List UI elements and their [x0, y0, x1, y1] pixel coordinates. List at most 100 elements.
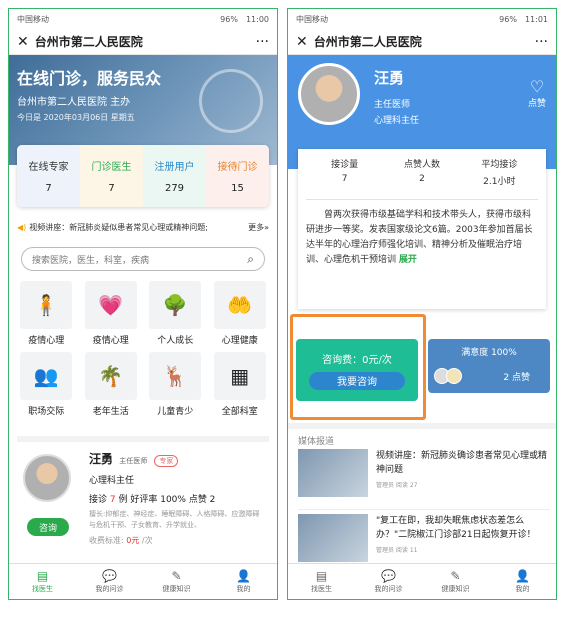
status-bar: 中国移动 96% 11:00: [9, 9, 277, 29]
doctor-bio: 曾两次获得市级基础学科和技术带头人，获得市级科研进步一等奖。发表国家级论文6篇。…: [306, 199, 538, 268]
status-bar: 中国移动 96% 11:01: [288, 9, 556, 29]
category-item[interactable]: ▦ 全部科室: [211, 352, 270, 417]
heart-icon: ♡: [529, 77, 545, 96]
time: 11:01: [524, 14, 548, 24]
news-title[interactable]: "复工在即，我却失眠焦虑状态差怎么办？"二院椒江门诊部21日起恢复开诊！: [376, 514, 550, 542]
search-icon[interactable]: ⌕: [247, 252, 254, 267]
stat-value: 7: [108, 183, 115, 194]
fee-label: 收费标准:: [89, 536, 124, 545]
stat-label: 接待门诊: [217, 162, 258, 173]
doctor-role: 主任医师: [119, 457, 148, 465]
stat-label: 门诊医生: [91, 162, 132, 173]
stats-values: 7 2 2.1小时: [306, 170, 538, 187]
tab-label: 我的问诊: [95, 585, 124, 593]
stat-item[interactable]: 注册用户 279: [143, 145, 206, 207]
category-label: 儿童青少: [157, 407, 194, 417]
tab-item[interactable]: ✎ 健康知识: [143, 564, 210, 599]
tab-item[interactable]: 👤 我的: [489, 564, 556, 599]
list-item[interactable]: "复工在即，我却失眠焦虑状态差怎么办？"二院椒江门诊部21日起恢复开诊！ 管理员…: [298, 509, 550, 562]
tab-label: 我的: [236, 585, 251, 593]
tab-bar: ▤ 找医生 💬 我的问诊 ✎ 健康知识 👤 我的: [288, 563, 556, 599]
notice-bar[interactable]: ◀) 视频讲座：新冠肺炎疑似患者常见心理或精神问题; 更多»: [17, 222, 269, 233]
tab-item[interactable]: ▤ 找医生: [9, 564, 76, 599]
stethoscope-icon: [199, 69, 263, 133]
tab-icon: ✎: [171, 569, 182, 583]
notice-more-link[interactable]: 更多»: [248, 222, 269, 233]
battery: 96%: [220, 14, 238, 24]
consult-count: 7: [109, 495, 116, 505]
tab-item[interactable]: ▤ 找医生: [288, 564, 355, 599]
stat-item[interactable]: 接待门诊 15: [206, 145, 269, 207]
category-item[interactable]: 🌴 老年生活: [82, 352, 141, 417]
tab-item[interactable]: 💬 我的问诊: [355, 564, 422, 599]
category-label: 老年生活: [92, 407, 129, 417]
stat-value: 7: [45, 183, 52, 194]
phone-screen-doctor: 中国移动 96% 11:01 ✕ 台州市第二人民医院 ··· 汪勇 主任医师 心…: [287, 8, 557, 600]
doctor-card[interactable]: 咨询 汪勇 主任医师 专家 心理科主任 接诊 7 例 好评率 100% 点赞 2…: [17, 436, 269, 554]
category-item[interactable]: 🌳 个人成长: [146, 281, 205, 346]
category-item[interactable]: 🧍 疫情心理: [17, 281, 76, 346]
title-bar: ✕ 台州市第二人民医院 ···: [9, 29, 277, 55]
page-title: 台州市第二人民医院: [34, 35, 143, 49]
phone-screen-home: 中国移动 96% 11:00 ✕ 台州市第二人民医院 ··· 在线门诊，服务民众…: [8, 8, 278, 600]
category-item[interactable]: 👥 职场交际: [17, 352, 76, 417]
category-label: 疫情心理: [28, 336, 65, 346]
more-icon[interactable]: ···: [256, 34, 269, 50]
page-title: 台州市第二人民医院: [313, 35, 422, 49]
expert-badge: 专家: [154, 455, 179, 467]
stat-value: 7: [341, 174, 348, 184]
news-meta: 管理员 阅读 11: [376, 547, 418, 554]
stat-item[interactable]: 在线专家 7: [17, 145, 80, 207]
bio-text: 曾两次获得市级基础学科和技术带头人，获得市级科研进步一等奖。发表国家级论文6篇。…: [306, 210, 533, 265]
search-input[interactable]: 搜索医院，医生，科室，疾病 ⌕: [21, 247, 265, 271]
category-label: 疫情心理: [92, 336, 129, 346]
category-item[interactable]: 🦌 儿童青少: [146, 352, 205, 417]
battery: 96%: [499, 14, 517, 24]
likes-count: 2 点赞: [503, 372, 530, 383]
tab-item[interactable]: 💬 我的问诊: [76, 564, 143, 599]
speaker-icon: ◀): [17, 223, 27, 232]
stat-value: 2: [419, 174, 425, 184]
close-icon[interactable]: ✕: [17, 34, 29, 50]
news-meta: 管理员 阅读 27: [376, 482, 418, 489]
category-item[interactable]: 💗 疫情心理: [82, 281, 141, 346]
tab-item[interactable]: 👤 我的: [210, 564, 277, 599]
tab-label: 找医生: [311, 585, 332, 593]
stat-item[interactable]: 门诊医生 7: [80, 145, 143, 207]
category-icon: 🦌: [149, 352, 202, 400]
consult-button[interactable]: 我要咨询: [309, 371, 405, 390]
tab-icon: 💬: [102, 569, 117, 583]
stat-value: 2.1小时: [483, 177, 516, 187]
category-label: 心理健康: [221, 336, 258, 346]
title-bar: ✕ 台州市第二人民医院 ···: [288, 29, 556, 55]
category-grid: 🧍 疫情心理 💗 疫情心理 🌳 个人成长 🤲 心理健康 👥 职场交际 🌴 老年生活 🦌 儿童青少 ▦ 全部科室: [17, 281, 269, 417]
stat-label: 注册用户: [154, 162, 195, 173]
doctor-dept: 心理科主任: [374, 116, 420, 126]
fee-value: 0元: [126, 536, 140, 545]
news-title[interactable]: 视频讲座：新冠肺炎确诊患者常见心理或精神问题: [376, 449, 550, 477]
like-button[interactable]: ♡ 点赞: [528, 77, 546, 109]
doctor-stats: 接诊 7 例 好评率 100% 点赞 2: [89, 492, 265, 505]
consult-prefix: 接诊: [89, 495, 108, 505]
avatar: [298, 63, 360, 125]
stat-label: 平均接诊: [481, 160, 518, 170]
expand-link[interactable]: 展开: [399, 255, 417, 265]
category-item[interactable]: 🤲 心理健康: [211, 281, 270, 346]
notice-text[interactable]: 视频讲座：新冠肺炎疑似患者常见心理或精神问题;: [29, 222, 208, 233]
consult-button[interactable]: 咨询: [27, 518, 69, 536]
stats-labels: 接诊量 点赞人数 平均接诊: [306, 157, 538, 170]
list-item[interactable]: 视频讲座：新冠肺炎确诊患者常见心理或精神问题 管理员 阅读 27: [298, 449, 550, 501]
consult-fee-card: 咨询费：0元/次 我要咨询: [296, 339, 418, 401]
avatar: [23, 454, 71, 502]
close-icon[interactable]: ✕: [296, 34, 308, 50]
fee-unit: /次: [141, 536, 153, 545]
tab-icon: 👤: [236, 569, 251, 583]
tab-label: 我的: [515, 585, 530, 593]
category-label: 职场交际: [28, 407, 65, 417]
tab-item[interactable]: ✎ 健康知识: [422, 564, 489, 599]
more-icon[interactable]: ···: [535, 34, 548, 50]
category-icon: 🌳: [149, 281, 202, 329]
media-section-title: 媒体报道: [288, 423, 556, 452]
fee-row: 收费标准: 0元 /次: [89, 535, 265, 546]
stats-panel: 在线专家 7 门诊医生 7 注册用户 279 接待门诊 15: [17, 145, 269, 207]
